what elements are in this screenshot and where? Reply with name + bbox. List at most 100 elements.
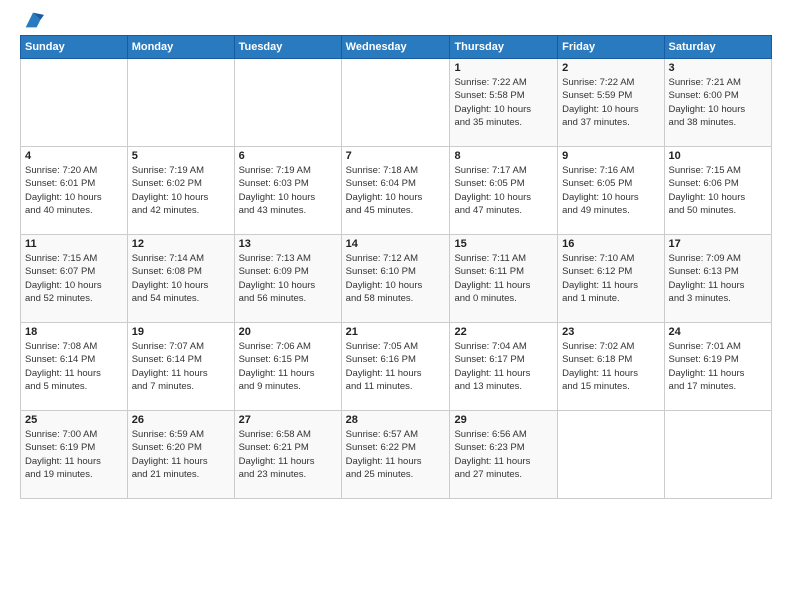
day-info: Sunrise: 6:57 AM Sunset: 6:22 PM Dayligh… [346, 428, 446, 481]
day-cell: 26 Sunrise: 6:59 AM Sunset: 6:20 PM Dayli… [127, 411, 234, 499]
weekday-header-thursday: Thursday [450, 36, 558, 59]
day-number: 8 [454, 150, 553, 162]
day-cell: 11 Sunrise: 7:15 AM Sunset: 6:07 PM Dayli… [21, 235, 128, 323]
day-number: 19 [132, 326, 230, 338]
day-cell: 24 Sunrise: 7:01 AM Sunset: 6:19 PM Dayli… [664, 323, 771, 411]
weekday-header-row: SundayMondayTuesdayWednesdayThursdayFrid… [21, 36, 772, 59]
day-info: Sunrise: 7:20 AM Sunset: 6:01 PM Dayligh… [25, 164, 123, 217]
logo-icon [22, 9, 44, 31]
week-row-4: 25 Sunrise: 7:00 AM Sunset: 6:19 PM Dayli… [21, 411, 772, 499]
day-number: 2 [562, 62, 659, 74]
day-cell: 20 Sunrise: 7:06 AM Sunset: 6:15 PM Dayli… [234, 323, 341, 411]
week-row-3: 18Sunrise: 7:08 AM Sunset: 6:14 PM Dayli… [21, 323, 772, 411]
header [20, 15, 772, 31]
day-number: 7 [346, 150, 446, 162]
day-info: Sunrise: 7:11 AM Sunset: 6:11 PM Dayligh… [454, 252, 553, 305]
day-cell: 14 Sunrise: 7:12 AM Sunset: 6:10 PM Dayli… [341, 235, 450, 323]
day-info: Sunrise: 7:09 AM Sunset: 6:13 PM Dayligh… [669, 252, 767, 305]
day-info: Sunrise: 7:10 AM Sunset: 6:12 PM Dayligh… [562, 252, 659, 305]
day-cell: 1 Sunrise: 7:22 AM Sunset: 5:58 PM Daylig… [450, 59, 558, 147]
day-info: Sunrise: 7:13 AM Sunset: 6:09 PM Dayligh… [239, 252, 337, 305]
day-number: 21 [346, 326, 446, 338]
day-number: 15 [454, 238, 553, 250]
day-info: Sunrise: 7:22 AM Sunset: 5:58 PM Dayligh… [454, 76, 553, 129]
week-row-1: 4 Sunrise: 7:20 AM Sunset: 6:01 PM Daylig… [21, 147, 772, 235]
week-row-0: 1 Sunrise: 7:22 AM Sunset: 5:58 PM Daylig… [21, 59, 772, 147]
day-cell: 27Sunrise: 6:58 AM Sunset: 6:21 PM Dayli… [234, 411, 341, 499]
day-number: 11 [25, 238, 123, 250]
day-info: Sunrise: 7:15 AM Sunset: 6:06 PM Dayligh… [669, 164, 767, 217]
day-cell [127, 59, 234, 147]
day-cell: 25 Sunrise: 7:00 AM Sunset: 6:19 PM Dayli… [21, 411, 128, 499]
day-cell: 15 Sunrise: 7:11 AM Sunset: 6:11 PM Dayli… [450, 235, 558, 323]
day-info: Sunrise: 7:04 AM Sunset: 6:17 PM Dayligh… [454, 340, 553, 393]
day-cell: 9 Sunrise: 7:16 AM Sunset: 6:05 PM Daylig… [558, 147, 664, 235]
day-cell: 8 Sunrise: 7:17 AM Sunset: 6:05 PM Daylig… [450, 147, 558, 235]
day-number: 16 [562, 238, 659, 250]
day-cell: 28Sunrise: 6:57 AM Sunset: 6:22 PM Dayli… [341, 411, 450, 499]
day-number: 23 [562, 326, 659, 338]
day-number: 20 [239, 326, 337, 338]
day-cell: 29 Sunrise: 6:56 AM Sunset: 6:23 PM Dayli… [450, 411, 558, 499]
day-number: 12 [132, 238, 230, 250]
day-info: Sunrise: 7:18 AM Sunset: 6:04 PM Dayligh… [346, 164, 446, 217]
day-cell: 7 Sunrise: 7:18 AM Sunset: 6:04 PM Daylig… [341, 147, 450, 235]
weekday-header-sunday: Sunday [21, 36, 128, 59]
day-number: 14 [346, 238, 446, 250]
day-cell: 21Sunrise: 7:05 AM Sunset: 6:16 PM Dayli… [341, 323, 450, 411]
day-info: Sunrise: 7:22 AM Sunset: 5:59 PM Dayligh… [562, 76, 659, 129]
day-cell [558, 411, 664, 499]
day-number: 29 [454, 414, 553, 426]
day-number: 5 [132, 150, 230, 162]
day-number: 9 [562, 150, 659, 162]
day-cell: 10 Sunrise: 7:15 AM Sunset: 6:06 PM Dayli… [664, 147, 771, 235]
day-cell: 2 Sunrise: 7:22 AM Sunset: 5:59 PM Daylig… [558, 59, 664, 147]
weekday-header-friday: Friday [558, 36, 664, 59]
day-cell: 17 Sunrise: 7:09 AM Sunset: 6:13 PM Dayli… [664, 235, 771, 323]
page: SundayMondayTuesdayWednesdayThursdayFrid… [0, 0, 792, 509]
day-number: 24 [669, 326, 767, 338]
day-info: Sunrise: 7:12 AM Sunset: 6:10 PM Dayligh… [346, 252, 446, 305]
day-info: Sunrise: 7:16 AM Sunset: 6:05 PM Dayligh… [562, 164, 659, 217]
day-info: Sunrise: 6:59 AM Sunset: 6:20 PM Dayligh… [132, 428, 230, 481]
weekday-header-monday: Monday [127, 36, 234, 59]
day-cell [664, 411, 771, 499]
day-number: 26 [132, 414, 230, 426]
day-cell [341, 59, 450, 147]
day-info: Sunrise: 7:21 AM Sunset: 6:00 PM Dayligh… [669, 76, 767, 129]
day-info: Sunrise: 6:56 AM Sunset: 6:23 PM Dayligh… [454, 428, 553, 481]
day-cell: 18Sunrise: 7:08 AM Sunset: 6:14 PM Dayli… [21, 323, 128, 411]
day-cell: 12Sunrise: 7:14 AM Sunset: 6:08 PM Dayli… [127, 235, 234, 323]
weekday-header-wednesday: Wednesday [341, 36, 450, 59]
day-cell: 4 Sunrise: 7:20 AM Sunset: 6:01 PM Daylig… [21, 147, 128, 235]
day-cell: 13 Sunrise: 7:13 AM Sunset: 6:09 PM Dayli… [234, 235, 341, 323]
day-info: Sunrise: 7:19 AM Sunset: 6:03 PM Dayligh… [239, 164, 337, 217]
day-info: Sunrise: 7:06 AM Sunset: 6:15 PM Dayligh… [239, 340, 337, 393]
day-info: Sunrise: 7:17 AM Sunset: 6:05 PM Dayligh… [454, 164, 553, 217]
day-cell: 6 Sunrise: 7:19 AM Sunset: 6:03 PM Daylig… [234, 147, 341, 235]
day-number: 27 [239, 414, 337, 426]
day-info: Sunrise: 7:00 AM Sunset: 6:19 PM Dayligh… [25, 428, 123, 481]
day-info: Sunrise: 7:02 AM Sunset: 6:18 PM Dayligh… [562, 340, 659, 393]
day-number: 17 [669, 238, 767, 250]
day-info: Sunrise: 7:15 AM Sunset: 6:07 PM Dayligh… [25, 252, 123, 305]
day-cell: 5Sunrise: 7:19 AM Sunset: 6:02 PM Daylig… [127, 147, 234, 235]
day-number: 25 [25, 414, 123, 426]
day-number: 10 [669, 150, 767, 162]
logo [20, 19, 44, 31]
day-number: 4 [25, 150, 123, 162]
week-row-2: 11 Sunrise: 7:15 AM Sunset: 6:07 PM Dayli… [21, 235, 772, 323]
day-cell [234, 59, 341, 147]
day-number: 6 [239, 150, 337, 162]
calendar: SundayMondayTuesdayWednesdayThursdayFrid… [20, 35, 772, 499]
day-number: 3 [669, 62, 767, 74]
day-number: 13 [239, 238, 337, 250]
day-number: 18 [25, 326, 123, 338]
weekday-header-tuesday: Tuesday [234, 36, 341, 59]
day-info: Sunrise: 7:01 AM Sunset: 6:19 PM Dayligh… [669, 340, 767, 393]
day-number: 1 [454, 62, 553, 74]
day-cell: 16 Sunrise: 7:10 AM Sunset: 6:12 PM Dayli… [558, 235, 664, 323]
day-number: 22 [454, 326, 553, 338]
weekday-header-saturday: Saturday [664, 36, 771, 59]
day-cell: 23 Sunrise: 7:02 AM Sunset: 6:18 PM Dayli… [558, 323, 664, 411]
